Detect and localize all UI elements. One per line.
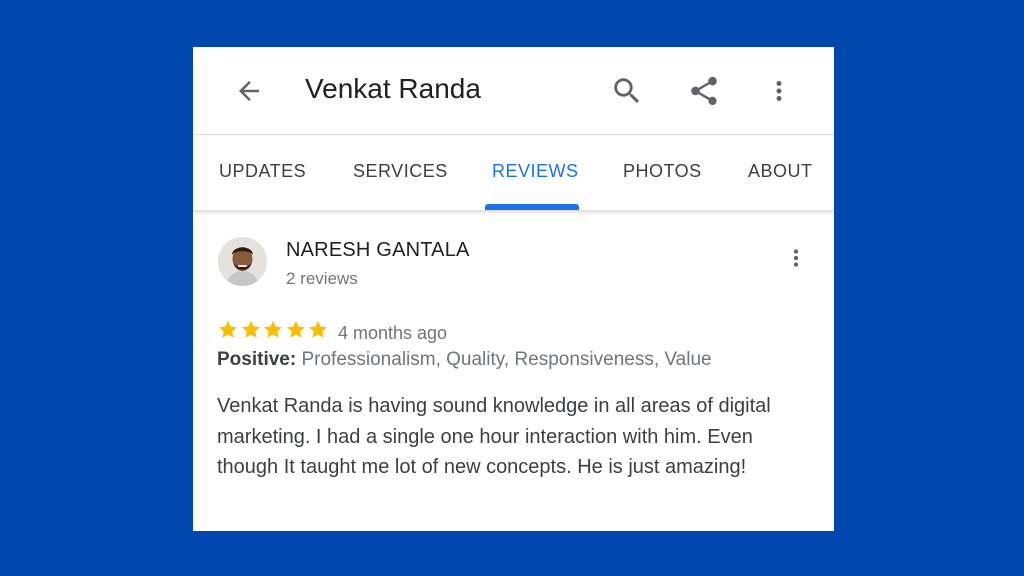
star-icon xyxy=(219,320,237,338)
share-button[interactable] xyxy=(686,73,722,109)
more-vert-icon xyxy=(793,249,799,267)
page-title: Venkat Randa xyxy=(305,73,481,104)
app-bar: Venkat Randa xyxy=(193,47,834,135)
business-card: Venkat Randa UPDATES SERVICES REVIEWS PH… xyxy=(193,47,834,531)
positive-label: Positive: xyxy=(217,349,297,370)
more-options-button[interactable] xyxy=(761,73,797,109)
tab-services[interactable]: SERVICES xyxy=(353,161,448,182)
avatar-icon xyxy=(218,237,267,286)
star-icon xyxy=(264,320,282,338)
review-time: 4 months ago xyxy=(338,323,448,343)
star-icon xyxy=(309,320,327,338)
reviewer-name[interactable]: NARESH GANTALA xyxy=(286,239,470,262)
star-icon xyxy=(241,320,260,338)
search-icon xyxy=(614,78,640,104)
tab-reviews[interactable]: REVIEWS xyxy=(492,161,579,182)
tab-updates[interactable]: UPDATES xyxy=(219,161,306,182)
tab-about[interactable]: ABOUT xyxy=(748,161,813,182)
positive-attributes: Positive: Professionalism, Quality, Resp… xyxy=(217,349,712,371)
reviewer-avatar[interactable] xyxy=(218,237,267,286)
review-more-options-button[interactable] xyxy=(781,243,811,273)
star-icon xyxy=(286,320,305,338)
arrow-back-icon xyxy=(239,81,259,101)
tab-bar: UPDATES SERVICES REVIEWS PHOTOS ABOUT xyxy=(193,135,834,211)
reviewer-review-count: 2 reviews xyxy=(286,269,358,288)
star-rating xyxy=(217,319,330,341)
positive-values: Professionalism, Quality, Responsiveness… xyxy=(301,349,712,370)
share-icon xyxy=(691,76,717,106)
tab-photos[interactable]: PHOTOS xyxy=(623,161,702,182)
back-button[interactable] xyxy=(229,73,269,109)
review-text: Venkat Randa is having sound knowledge i… xyxy=(217,395,771,478)
search-button[interactable] xyxy=(609,73,645,109)
active-tab-indicator xyxy=(485,204,579,210)
more-vert-icon xyxy=(776,81,782,101)
